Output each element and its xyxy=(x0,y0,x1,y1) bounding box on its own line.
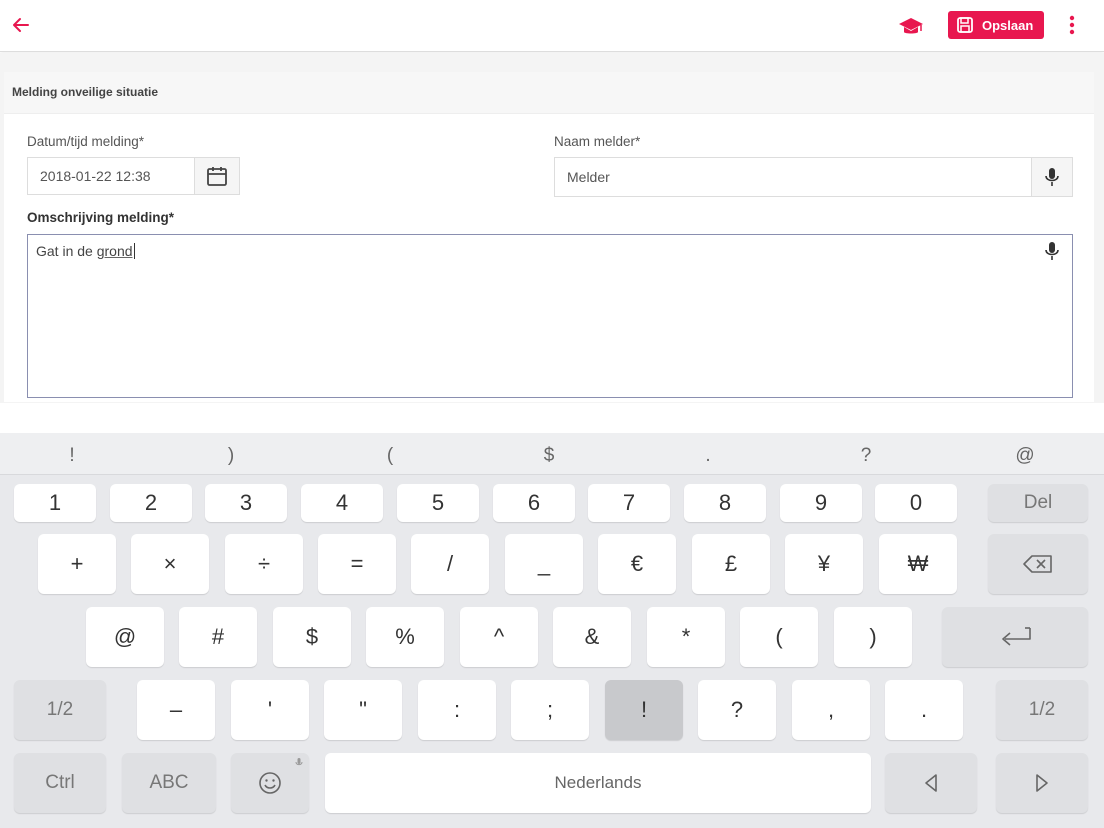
key-3[interactable]: 3 xyxy=(205,484,287,522)
key-yen[interactable]: ¥ xyxy=(785,534,863,594)
description-text: Gat in de xyxy=(36,243,97,259)
suggestion-key[interactable]: . xyxy=(688,445,728,467)
suggestion-key[interactable]: $ xyxy=(529,445,569,467)
key-dollar[interactable]: $ xyxy=(273,607,351,667)
key-colon[interactable]: : xyxy=(418,680,496,740)
text-cursor xyxy=(133,243,135,259)
back-arrow-icon[interactable] xyxy=(8,12,34,38)
suggestion-key[interactable]: ) xyxy=(211,445,251,467)
key-open-paren[interactable]: ( xyxy=(740,607,818,667)
enter-icon xyxy=(1002,627,1031,646)
key-close-paren[interactable]: ) xyxy=(834,607,912,667)
save-button-label: Opslaan xyxy=(982,17,1034,33)
ctrl-key[interactable]: Ctrl xyxy=(14,753,106,813)
mic-hint-icon xyxy=(295,758,303,766)
cursor-left-key[interactable] xyxy=(885,753,977,813)
key-pound[interactable]: £ xyxy=(692,534,770,594)
key-dash[interactable]: – xyxy=(137,680,215,740)
triangle-left-icon xyxy=(925,774,937,792)
space-key[interactable]: Nederlands xyxy=(325,753,871,813)
backspace-key[interactable] xyxy=(988,534,1088,594)
description-microphone-icon[interactable] xyxy=(1044,240,1064,262)
key-period[interactable]: . xyxy=(885,680,963,740)
datetime-label: Datum/tijd melding* xyxy=(27,134,145,149)
triangle-right-icon xyxy=(1036,774,1048,792)
key-8[interactable]: 8 xyxy=(684,484,766,522)
key-euro[interactable]: € xyxy=(598,534,676,594)
description-label: Omschrijving melding* xyxy=(27,210,175,225)
suggestion-key[interactable]: ! xyxy=(52,445,92,467)
key-divide[interactable]: ÷ xyxy=(225,534,303,594)
key-4[interactable]: 4 xyxy=(301,484,383,522)
enter-key[interactable] xyxy=(942,607,1088,667)
content-gap xyxy=(0,403,1104,433)
smiley-icon xyxy=(259,772,281,794)
key-2[interactable]: 2 xyxy=(110,484,192,522)
key-semicolon[interactable]: ; xyxy=(511,680,589,740)
graduation-cap-icon[interactable] xyxy=(898,14,924,38)
key-caret[interactable]: ^ xyxy=(460,607,538,667)
key-1[interactable]: 1 xyxy=(14,484,96,522)
space-key-label: Nederlands xyxy=(554,773,642,792)
datetime-field[interactable]: 2018-01-22 12:38 xyxy=(27,157,195,195)
key-question[interactable]: ? xyxy=(698,680,776,740)
description-composing-word: grond xyxy=(96,243,133,259)
backspace-icon xyxy=(1023,555,1052,573)
emoji-key[interactable] xyxy=(231,753,309,813)
key-9[interactable]: 9 xyxy=(780,484,862,522)
key-underscore[interactable]: _ xyxy=(505,534,583,594)
description-textarea[interactable]: Gat in de grond xyxy=(27,234,1073,398)
suggestion-key[interactable]: ? xyxy=(846,445,886,467)
key-7[interactable]: 7 xyxy=(588,484,670,522)
key-exclamation[interactable]: ! xyxy=(605,680,683,740)
key-won[interactable]: ₩ xyxy=(879,534,957,594)
page-toggle-key[interactable]: 1/2 xyxy=(14,680,106,740)
name-field[interactable]: Melder xyxy=(554,157,1032,197)
section-title: Melding onveilige situatie xyxy=(4,72,1094,114)
cursor-right-key[interactable] xyxy=(996,753,1088,813)
key-multiply[interactable]: × xyxy=(131,534,209,594)
key-asterisk[interactable]: * xyxy=(647,607,725,667)
key-comma[interactable]: , xyxy=(792,680,870,740)
microphone-icon[interactable] xyxy=(1031,157,1073,197)
key-hash[interactable]: # xyxy=(179,607,257,667)
delete-key[interactable]: Del xyxy=(988,484,1088,522)
key-percent[interactable]: % xyxy=(366,607,444,667)
key-plus[interactable]: + xyxy=(38,534,116,594)
key-at[interactable]: @ xyxy=(86,607,164,667)
key-6[interactable]: 6 xyxy=(493,484,575,522)
key-0[interactable]: 0 xyxy=(875,484,957,522)
key-ampersand[interactable]: & xyxy=(553,607,631,667)
key-equals[interactable]: = xyxy=(318,534,396,594)
keyboard-suggestion-bar: ! ) ( $ . ? @ xyxy=(0,433,1104,475)
key-5[interactable]: 5 xyxy=(397,484,479,522)
app-toolbar: Opslaan xyxy=(0,0,1104,52)
key-apostrophe[interactable]: ' xyxy=(231,680,309,740)
save-button[interactable]: Opslaan xyxy=(948,11,1044,39)
abc-key[interactable]: ABC xyxy=(122,753,216,813)
more-options-icon[interactable] xyxy=(1062,12,1082,38)
suggestion-key[interactable]: @ xyxy=(1005,445,1045,467)
page-toggle-key-right[interactable]: 1/2 xyxy=(996,680,1088,740)
name-label: Naam melder* xyxy=(554,134,641,149)
key-slash[interactable]: / xyxy=(411,534,489,594)
calendar-icon[interactable] xyxy=(194,157,240,195)
suggestion-key[interactable]: ( xyxy=(370,445,410,467)
key-quote[interactable]: " xyxy=(324,680,402,740)
floppy-disk-icon xyxy=(957,17,973,33)
